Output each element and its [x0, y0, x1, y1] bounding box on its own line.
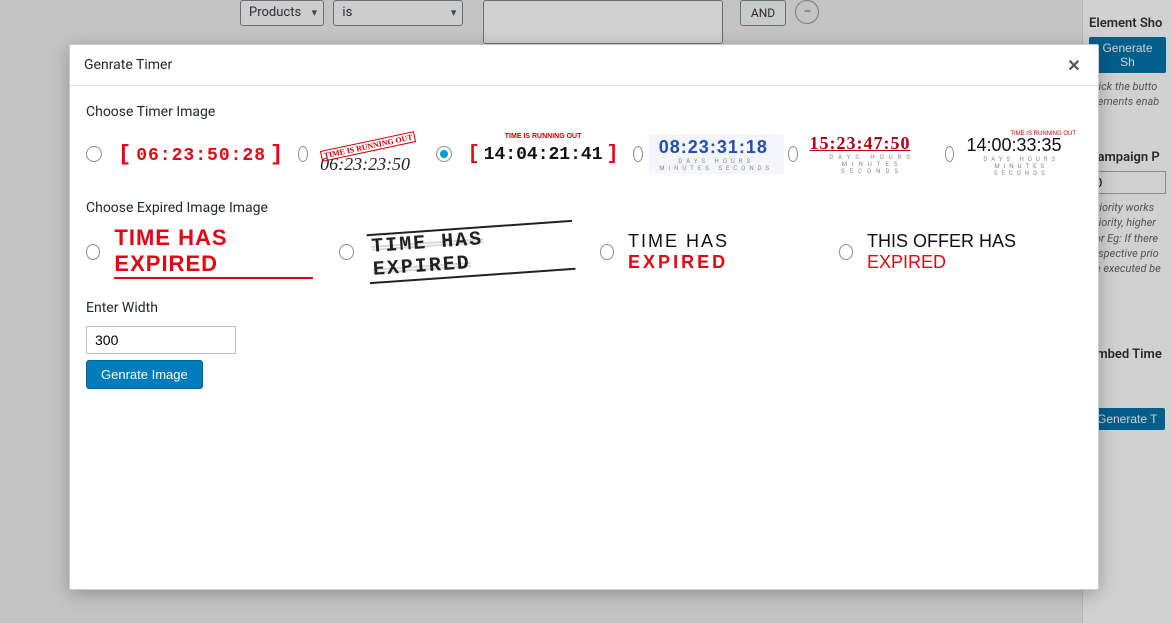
expired-thumb-3[interactable]: TIME HAS EXPIRED: [620, 230, 821, 274]
timer-value-1: 06:23:50:28: [136, 146, 266, 166]
timer-option-5: 15:23:47:50 DAYS HOURS MINUTES SECONDS: [788, 134, 941, 174]
timer-sub-5: DAYS HOURS MINUTES SECONDS: [810, 154, 935, 175]
expired-radio-4[interactable]: [839, 244, 853, 260]
expired-radio-3[interactable]: [600, 244, 614, 260]
timer-option-6: TIME IS RUNNING OUT 14:00:33:35 DAYS HOU…: [945, 134, 1082, 174]
expired-option-2: TIME HAS EXPIRED: [339, 230, 582, 274]
timer-thumb-6[interactable]: TIME IS RUNNING OUT 14:00:33:35 DAYS HOU…: [960, 134, 1082, 174]
timer-value-3: 14:04:21:41: [484, 145, 603, 165]
timer-radio-5[interactable]: [788, 146, 798, 162]
timer-radio-6[interactable]: [945, 146, 955, 162]
timer-value-6: 14:00:33:35: [966, 135, 1061, 155]
timer-thumb-3[interactable]: TIME IS RUNNING OUT[14:04:21:41]: [458, 134, 629, 174]
timer-options-row: [06:23:50:28] TIME IS RUNNING OUT06:23:2…: [86, 134, 1082, 174]
expired-option-3: TIME HAS EXPIRED: [600, 230, 821, 274]
timer-top-3: TIME IS RUNNING OUT: [464, 133, 623, 140]
modal-body: Choose Timer Image [06:23:50:28] TIME IS…: [70, 86, 1098, 589]
expired-thumb-2[interactable]: TIME HAS EXPIRED: [360, 230, 582, 274]
timer-option-1: [06:23:50:28]: [86, 134, 294, 174]
timer-value-4: 08:23:31:18: [659, 137, 768, 157]
timer-radio-4[interactable]: [633, 146, 643, 162]
expired-text-3b: EXPIRED: [628, 252, 728, 272]
generate-timer-modal: Genrate Timer ✕ Choose Timer Image [06:2…: [69, 44, 1099, 590]
timer-thumb-1[interactable]: [06:23:50:28]: [108, 134, 294, 174]
expired-thumb-1[interactable]: TIME HAS EXPIRED: [106, 230, 321, 274]
expired-option-4: THIS OFFER HAS EXPIRED: [839, 230, 1082, 274]
expired-thumb-4[interactable]: THIS OFFER HAS EXPIRED: [859, 230, 1082, 274]
modal-title: Genrate Timer: [84, 57, 172, 73]
close-icon[interactable]: ✕: [1064, 55, 1084, 75]
choose-timer-label: Choose Timer Image: [86, 104, 1082, 120]
timer-option-3: TIME IS RUNNING OUT[14:04:21:41]: [436, 134, 629, 174]
expired-option-1: TIME HAS EXPIRED: [86, 230, 321, 274]
timer-thumb-5[interactable]: 15:23:47:50 DAYS HOURS MINUTES SECONDS: [804, 134, 941, 174]
generate-image-button[interactable]: Genrate Image: [86, 360, 203, 389]
width-input[interactable]: [86, 326, 236, 354]
timer-thumb-2[interactable]: TIME IS RUNNING OUT06:23:23:50: [314, 134, 432, 174]
expired-text-3a: TIME HAS: [628, 231, 729, 251]
expired-text-1: TIME HAS EXPIRED: [114, 225, 313, 279]
expired-text-2: TIME HAS EXPIRED: [366, 220, 575, 284]
choose-expired-label: Choose Expired Image Image: [86, 200, 1082, 216]
timer-radio-3[interactable]: [436, 146, 452, 162]
timer-option-4: 08:23:31:18 DAYS HOURS MINUTES SECONDS: [633, 134, 784, 174]
timer-thumb-4[interactable]: 08:23:31:18 DAYS HOURS MINUTES SECONDS: [649, 134, 784, 174]
timer-radio-2[interactable]: [298, 146, 308, 162]
timer-value-5: 15:23:47:50: [810, 133, 911, 153]
timer-sub-4: DAYS HOURS MINUTES SECONDS: [659, 158, 774, 172]
expired-radio-2[interactable]: [339, 244, 353, 260]
timer-sub-6: DAYS HOURS MINUTES SECONDS: [966, 156, 1076, 177]
enter-width-label: Enter Width: [86, 300, 1082, 316]
timer-radio-1[interactable]: [86, 146, 102, 162]
expired-radio-1[interactable]: [86, 244, 100, 260]
modal-header: Genrate Timer ✕: [70, 45, 1098, 86]
expired-options-row: TIME HAS EXPIRED TIME HAS EXPIRED TIME H…: [86, 230, 1082, 274]
expired-text-4a: THIS OFFER HAS: [867, 231, 1016, 251]
expired-text-4b: EXPIRED: [867, 252, 946, 272]
timer-option-2: TIME IS RUNNING OUT06:23:23:50: [298, 134, 431, 174]
